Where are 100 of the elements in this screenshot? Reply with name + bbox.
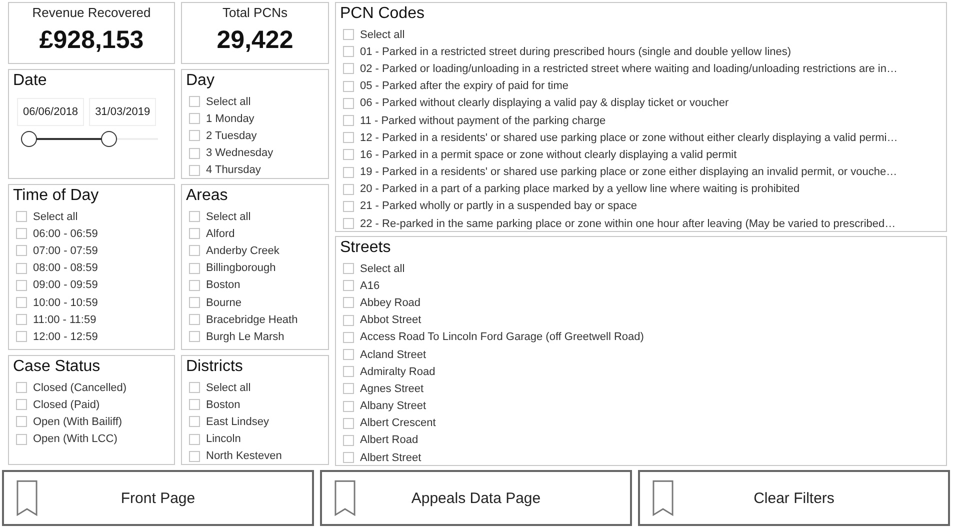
checkbox[interactable] [343, 418, 354, 429]
checkbox[interactable] [16, 314, 27, 326]
checkbox[interactable] [189, 280, 200, 291]
checkbox[interactable] [16, 416, 27, 428]
checkbox[interactable] [16, 211, 27, 222]
checkbox[interactable] [16, 434, 27, 445]
filter-option[interactable]: 01 - Parked in a restricted street during prescribed hours (single and double yellow lines) [360, 46, 792, 58]
checkbox[interactable] [343, 280, 354, 292]
checkbox[interactable] [16, 262, 27, 274]
checkbox[interactable] [189, 211, 200, 222]
checkbox[interactable] [16, 382, 27, 394]
nav-button[interactable]: Clear Filters [638, 470, 950, 526]
filter-option[interactable]: 09:00 - 09:59 [33, 279, 98, 292]
checkbox[interactable] [343, 349, 354, 360]
checkbox[interactable] [343, 218, 354, 230]
checkbox[interactable] [343, 383, 354, 394]
filter-option[interactable]: 05 - Parked after the expiry of paid for time [360, 80, 568, 92]
filter-option[interactable]: 02 - Parked or loading/unloading in a restricted street where waiting and loading/unloading restrictions are in… [360, 62, 898, 75]
checkbox[interactable] [16, 399, 27, 410]
filter-option[interactable]: Alford [206, 228, 235, 240]
start-date-field[interactable]: 06/06/2018 [17, 98, 84, 126]
filter-option[interactable]: 22 - Re-parked in the same parking place or zone within one hour after leaving (May be varied to prescribed… [360, 218, 896, 230]
checkbox[interactable] [343, 200, 354, 212]
filter-option[interactable]: Albany Street [360, 400, 426, 412]
filter-option[interactable]: 2 Tuesday [206, 130, 257, 142]
filter-option[interactable]: 21 - Parked wholly or partly in a suspended bay or space [360, 200, 637, 212]
filter-option[interactable]: 07:00 - 07:59 [33, 244, 98, 257]
filter-option[interactable]: Admiralty Road [360, 366, 436, 378]
checkbox[interactable] [189, 245, 200, 256]
checkbox[interactable] [189, 314, 200, 326]
checkbox[interactable] [16, 280, 27, 291]
filter-option[interactable]: Closed (Cancelled) [33, 382, 127, 394]
filter-option[interactable]: Closed (Paid) [33, 398, 100, 411]
filter-option[interactable]: Select all [360, 262, 405, 275]
filter-option[interactable]: A16 [360, 280, 380, 292]
slider-handle[interactable] [100, 131, 117, 147]
checkbox[interactable] [343, 184, 354, 195]
filter-option[interactable]: Abbey Road [360, 296, 421, 309]
filter-option[interactable]: 12:00 - 12:59 [33, 330, 98, 343]
filter-option[interactable]: Acland Street [360, 348, 426, 361]
filter-option[interactable]: Agnes Street [360, 382, 424, 395]
filter-option[interactable]: 08:00 - 08:59 [33, 262, 98, 274]
filter-option[interactable]: 3 Wednesday [206, 147, 274, 160]
filter-option[interactable]: 16 - Parked in a permit space or zone without clearly displaying a valid permit [360, 148, 737, 161]
filter-option[interactable]: 1 Monday [206, 112, 254, 125]
checkbox[interactable] [16, 297, 27, 308]
filter-option[interactable]: Bourne [206, 296, 242, 309]
filter-option[interactable]: Anderby Creek [206, 244, 280, 257]
checkbox[interactable] [343, 46, 354, 58]
filter-option[interactable]: Select all [206, 210, 251, 223]
checkbox[interactable] [343, 434, 354, 446]
checkbox[interactable] [343, 166, 354, 178]
checkbox[interactable] [189, 113, 200, 124]
filter-option[interactable]: East Lindsey [206, 416, 269, 428]
checkbox[interactable] [189, 399, 200, 410]
filter-option[interactable]: Select all [206, 382, 251, 394]
end-date-field[interactable]: 31/03/2019 [89, 98, 156, 126]
filter-option[interactable]: 4 Thursday [206, 164, 261, 176]
filter-option[interactable]: Burgh Le Marsh [206, 330, 284, 343]
filter-option[interactable]: 11:00 - 11:59 [33, 314, 96, 326]
slider-handle[interactable] [21, 131, 37, 147]
checkbox[interactable] [343, 366, 354, 378]
filter-option[interactable]: 11 - Parked without payment of the parking charge [360, 114, 606, 127]
filter-option[interactable]: Select all [33, 210, 78, 223]
checkbox[interactable] [189, 450, 200, 462]
checkbox[interactable] [189, 130, 200, 142]
checkbox[interactable] [343, 452, 354, 464]
checkbox[interactable] [343, 29, 354, 40]
checkbox[interactable] [343, 314, 354, 326]
checkbox[interactable] [16, 228, 27, 240]
checkbox[interactable] [16, 245, 27, 256]
filter-option[interactable]: 06:00 - 06:59 [33, 228, 98, 240]
checkbox[interactable] [343, 98, 354, 109]
checkbox[interactable] [343, 400, 354, 412]
checkbox[interactable] [16, 331, 27, 342]
filter-option[interactable]: Abbot Street [360, 314, 422, 326]
filter-option[interactable]: 12 - Parked in a residents' or shared use parking place or zone without either clearly displaying a valid permi… [360, 132, 898, 144]
checkbox[interactable] [189, 382, 200, 394]
checkbox[interactable] [343, 263, 354, 274]
nav-button[interactable]: Front Page [2, 470, 314, 526]
checkbox[interactable] [343, 332, 354, 343]
checkbox[interactable] [343, 132, 354, 144]
checkbox[interactable] [189, 416, 200, 428]
checkbox[interactable] [189, 148, 200, 159]
checkbox[interactable] [189, 331, 200, 342]
checkbox[interactable] [343, 63, 354, 74]
filter-option[interactable]: Albert Street [360, 452, 422, 464]
checkbox[interactable] [189, 96, 200, 108]
filter-option[interactable]: Albert Crescent [360, 417, 436, 430]
nav-button[interactable]: Appeals Data Page [320, 470, 632, 526]
checkbox[interactable] [343, 115, 354, 126]
checkbox[interactable] [189, 228, 200, 240]
filter-option[interactable]: North Kesteven [206, 450, 282, 462]
filter-option[interactable]: 06 - Parked without clearly displaying a valid pay & display ticket or voucher [360, 97, 729, 110]
filter-option[interactable]: Access Road To Lincoln Ford Garage (off Greetwell Road) [360, 331, 644, 344]
filter-option[interactable]: Boston [206, 398, 240, 411]
filter-option[interactable]: Open (With LCC) [33, 433, 118, 446]
filter-option[interactable]: 20 - Parked in a part of a parking place marked by a yellow line where waiting is prohibited [360, 183, 800, 196]
filter-option[interactable]: Billingborough [206, 262, 276, 274]
filter-option[interactable]: 10:00 - 10:59 [33, 296, 98, 309]
